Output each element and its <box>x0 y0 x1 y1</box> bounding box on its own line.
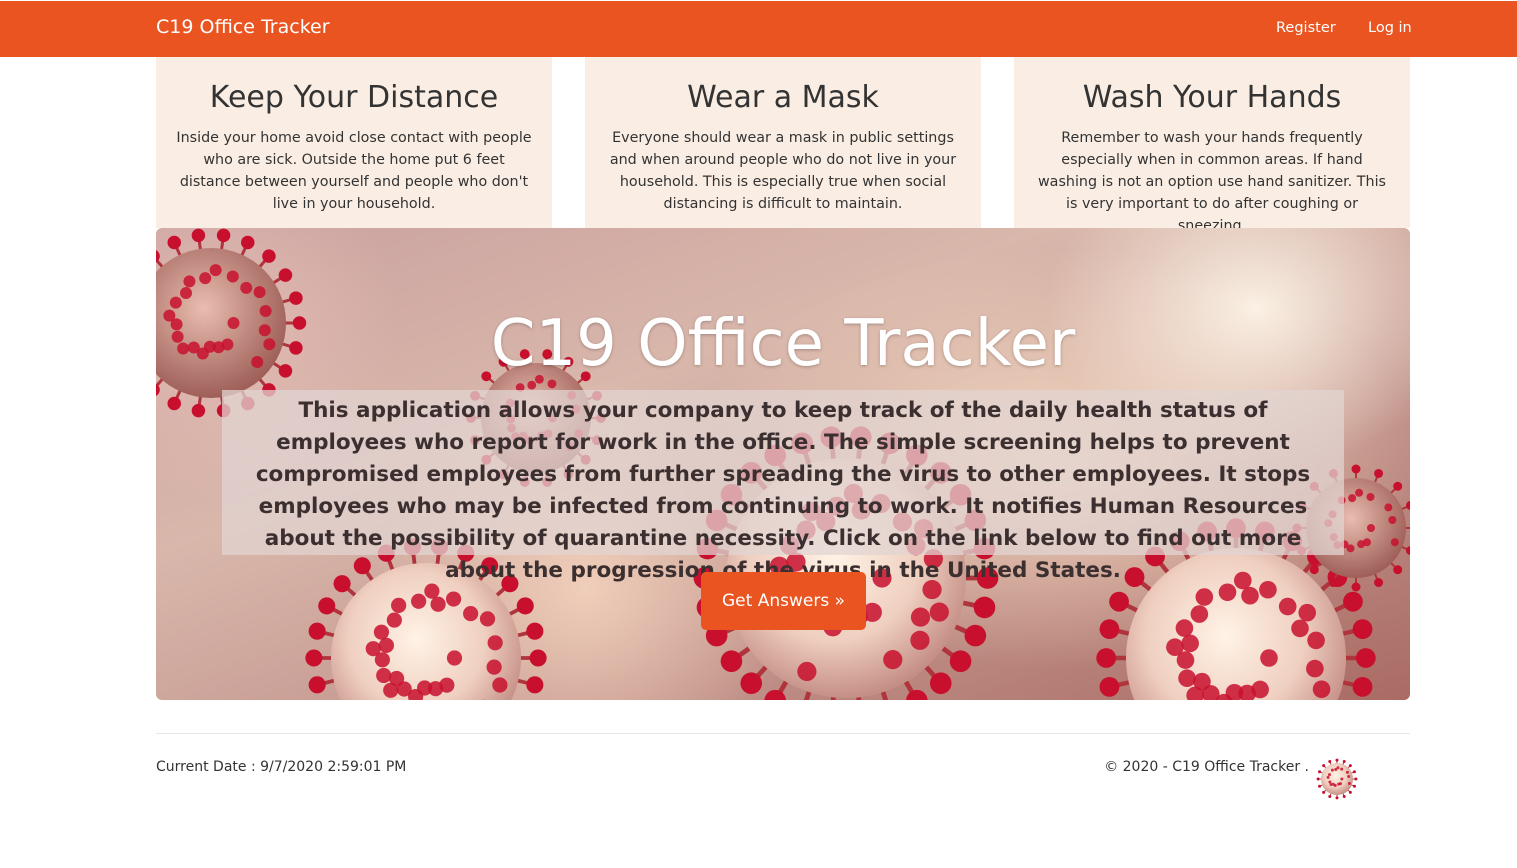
register-link[interactable]: Register <box>1276 20 1336 36</box>
footer-current-date: Current Date : 9/7/2020 2:59:01 PM <box>156 759 407 775</box>
footer-copyright: © 2020 - C19 Office Tracker . <box>1104 758 1361 803</box>
card-wash-hands: Wash Your Hands Remember to wash your ha… <box>1014 57 1410 234</box>
card-title: Wear a Mask <box>687 80 879 115</box>
card-wear-mask: Wear a Mask Everyone should wear a mask … <box>585 57 981 228</box>
hero-description: This application allows your company to … <box>255 398 1311 583</box>
card-text: Everyone should wear a mask in public se… <box>609 130 957 212</box>
card-text: Remember to wash your hands frequently e… <box>1037 130 1386 234</box>
footer-divider <box>156 733 1410 734</box>
hero-jumbotron: C19 Office Tracker This application allo… <box>156 228 1410 700</box>
hero-title: C19 Office Tracker <box>490 307 1076 381</box>
card-title: Wash Your Hands <box>1082 80 1342 115</box>
navbar-brand-link[interactable]: C19 Office Tracker <box>156 16 330 38</box>
login-link[interactable]: Log in <box>1368 20 1412 36</box>
card-text: Inside your home avoid close contact wit… <box>176 130 532 212</box>
coronavirus-icon <box>1316 758 1358 800</box>
top-navbar: C19 Office Tracker Register Log in <box>0 1 1517 57</box>
hero-description-box: This application allows your company to … <box>222 390 1344 583</box>
card-title: Keep Your Distance <box>209 80 499 115</box>
footer-copyright-text: © 2020 - C19 Office Tracker . <box>1104 759 1309 775</box>
get-answers-button[interactable]: Get Answers » <box>701 572 866 630</box>
card-keep-distance: Keep Your Distance Inside your home avoi… <box>156 57 552 228</box>
